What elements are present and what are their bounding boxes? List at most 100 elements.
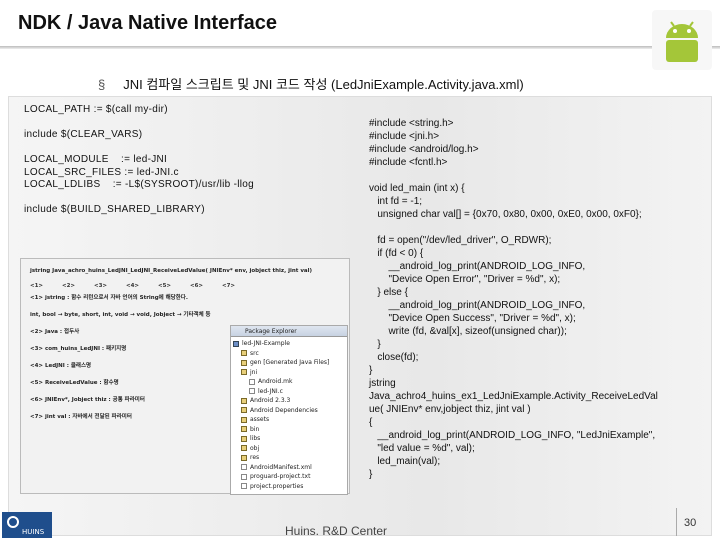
slide-subtitle: § JNI 컴파일 스크립트 및 JNI 코드 작성 (LedJniExample… bbox=[98, 74, 524, 93]
title-divider bbox=[0, 46, 720, 49]
package-explorer-title: Package Explorer bbox=[231, 326, 347, 337]
android-logo-icon bbox=[652, 10, 712, 70]
tree-item-label: Android.mk bbox=[258, 378, 293, 385]
tree-item-label: res bbox=[250, 454, 260, 461]
folder-icon bbox=[241, 397, 247, 404]
tree-item[interactable]: gen [Generated Java Files] bbox=[231, 358, 347, 368]
slide: NDK / Java Native Interface § JNI 컴파일 스크립… bbox=[0, 0, 720, 540]
code-line: "led value = %d", val); bbox=[369, 443, 475, 454]
note-line: <4> LedJNI : 클래스명 bbox=[30, 363, 92, 369]
tree-item[interactable]: jni bbox=[231, 368, 347, 378]
tree-item[interactable]: project.properties bbox=[231, 482, 347, 492]
tree-item[interactable]: Android 2.3.3 bbox=[231, 396, 347, 406]
tree-item-label: jni bbox=[250, 368, 258, 376]
tree-item-label: project.properties bbox=[250, 482, 304, 490]
tree-item[interactable]: led-JNI-Example bbox=[231, 339, 347, 349]
code-line: "Device Open Success", "Driver = %d", x)… bbox=[369, 313, 576, 324]
footer-text: Huins. R&D Center bbox=[285, 524, 388, 538]
signature-parts: <1> <2> <3> <4> <5> <6> <7> bbox=[30, 283, 254, 289]
code-line: #include <fcntl.h> bbox=[369, 157, 448, 168]
tree-item-label: Android Dependencies bbox=[250, 406, 318, 414]
makefile-code: LOCAL_PATH := $(call my-dir) include $(CL… bbox=[24, 104, 254, 217]
tree-item-label: bin bbox=[250, 425, 260, 433]
folder-icon bbox=[241, 369, 247, 376]
signature-part-label: <6> bbox=[190, 283, 204, 289]
folder-icon bbox=[241, 454, 247, 461]
tree-item-label: obj bbox=[250, 444, 260, 452]
tree-item[interactable]: obj bbox=[231, 444, 347, 454]
note-line: <1> jstring : 함수 리턴으로서 자바 언어의 String에 해당… bbox=[30, 295, 188, 301]
package-explorer: Package Explorer led-JNI-Example src gen [… bbox=[230, 325, 348, 495]
tree-item-label: libs bbox=[250, 435, 261, 442]
code-line: } bbox=[369, 339, 381, 350]
code-line: } else { bbox=[369, 287, 408, 298]
code-line: fd = open("/dev/led_driver", O_RDWR); bbox=[369, 235, 552, 246]
huins-logo-icon: HUINS bbox=[2, 512, 52, 538]
file-icon bbox=[241, 464, 247, 471]
signature-part-label: <4> bbox=[126, 283, 140, 289]
code-line: if (fd < 0) { bbox=[369, 248, 424, 259]
tree-item-label: led-JNI.c bbox=[258, 387, 283, 395]
code-line: "Device Open Error", "Driver = %d", x); bbox=[369, 274, 561, 285]
tree-item-label: assets bbox=[250, 416, 270, 423]
tree-item[interactable]: src bbox=[231, 349, 347, 359]
tree-item-label: Android 2.3.3 bbox=[250, 397, 291, 404]
note-line: <6> JNIEnv*, Jobject thiz : 공통 파라미터 bbox=[30, 397, 145, 403]
tree-item[interactable]: libs bbox=[231, 434, 347, 444]
tree-item[interactable]: assets bbox=[231, 415, 347, 425]
makefile-line: LOCAL_LDLIBS := -L$(SYSROOT)/usr/lib -ll… bbox=[24, 179, 254, 190]
signature-part-label: <7> bbox=[222, 283, 236, 289]
folder-icon bbox=[241, 350, 247, 357]
code-line: #include <string.h> bbox=[369, 118, 454, 129]
page-number: 30 bbox=[684, 517, 697, 529]
tree-item-label: led-JNI-Example bbox=[242, 340, 290, 347]
makefile-line bbox=[24, 117, 254, 130]
code-line: ue( JNIEnv* env,jobject thiz, jint val ) bbox=[369, 404, 531, 415]
code-line: void led_main (int x) { bbox=[369, 183, 465, 194]
code-line: Java_achro4_huins_ex1_LedJniExample.Acti… bbox=[369, 391, 658, 402]
tree-item-label: src bbox=[250, 349, 259, 357]
code-line: jstring bbox=[369, 378, 396, 389]
c-source-code: #include <string.h> #include <jni.h> #incl… bbox=[369, 117, 658, 481]
tree-item[interactable]: Android.mk bbox=[231, 377, 347, 387]
code-line: } bbox=[369, 469, 373, 480]
file-icon bbox=[249, 378, 255, 385]
signature-notes: <1> jstring : 함수 리턴으로서 자바 언어의 String에 해당… bbox=[30, 293, 211, 429]
folder-icon bbox=[241, 445, 247, 452]
slide-title: NDK / Java Native Interface bbox=[18, 12, 278, 34]
tree-item-label: AndroidManifest.xml bbox=[250, 463, 312, 471]
signature-part-label: <2> bbox=[62, 283, 76, 289]
code-line: __android_log_print(ANDROID_LOG_INFO, bbox=[369, 300, 586, 311]
makefile-line bbox=[24, 192, 254, 205]
tree-item[interactable]: AndroidManifest.xml bbox=[231, 463, 347, 473]
makefile-line: LOCAL_SRC_FILES := led-JNI.c bbox=[24, 166, 179, 178]
jni-signature: jstring Java_achro_huins_LedJNI_LedJNI_R… bbox=[30, 268, 313, 274]
file-icon bbox=[249, 388, 255, 395]
makefile-line: LOCAL_MODULE := led-JNI bbox=[24, 154, 168, 165]
file-icon bbox=[241, 473, 247, 480]
tree-item-label: gen [Generated Java Files] bbox=[250, 359, 330, 366]
tree-item[interactable]: Android Dependencies bbox=[231, 406, 347, 416]
tree-item[interactable]: led-JNI.c bbox=[231, 387, 347, 397]
note-line: <5> ReceiveLedValue : 함수명 bbox=[30, 380, 119, 386]
subtitle-text: JNI 컴파일 스크립트 및 JNI 코드 작성 (LedJniExample.… bbox=[123, 77, 524, 92]
signature-part-label: <3> bbox=[94, 283, 108, 289]
code-line: led_main(val); bbox=[369, 456, 441, 467]
project-tree: led-JNI-Example src gen [Generated Java Fi… bbox=[231, 337, 347, 491]
note-line: int, bool → byte, short, int, void → voi… bbox=[30, 312, 211, 318]
code-line: int fd = -1; bbox=[369, 196, 423, 207]
code-line: __android_log_print(ANDROID_LOG_INFO, "L… bbox=[369, 430, 656, 441]
tree-item[interactable]: proguard-project.txt bbox=[231, 472, 347, 482]
code-line: #include <android/log.h> bbox=[369, 144, 479, 155]
tree-item[interactable]: res bbox=[231, 453, 347, 463]
folder-icon bbox=[241, 416, 247, 423]
makefile-line: include $(BUILD_SHARED_LIBRARY) bbox=[24, 204, 205, 215]
bullet-icon: § bbox=[98, 77, 106, 92]
folder-icon bbox=[241, 426, 247, 433]
tree-item[interactable]: bin bbox=[231, 425, 347, 435]
code-line: write (fd, &val[x], sizeof(unsigned char… bbox=[369, 326, 567, 337]
code-line: } bbox=[369, 365, 373, 376]
makefile-line: include $(CLEAR_VARS) bbox=[24, 129, 143, 140]
